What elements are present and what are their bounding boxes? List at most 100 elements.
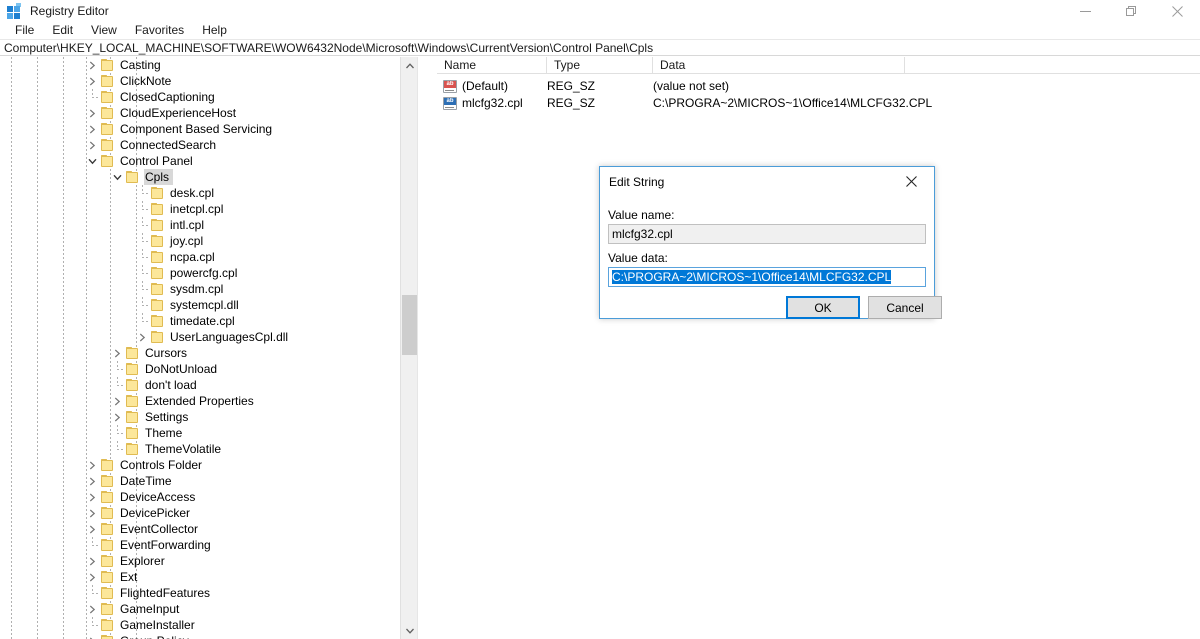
chevron-right-icon[interactable] bbox=[84, 505, 100, 521]
tree-node[interactable]: Group Policy bbox=[0, 633, 417, 639]
tree-node-label: Casting bbox=[120, 58, 161, 72]
chevron-right-icon[interactable] bbox=[84, 121, 100, 137]
chevron-right-icon[interactable] bbox=[109, 393, 125, 409]
value-data-input[interactable]: C:\PROGRA~2\MICROS~1\Office14\MLCFG32.CP… bbox=[608, 267, 926, 287]
tree-node[interactable]: Cpls bbox=[0, 169, 417, 185]
tree-node[interactable]: EventForwarding bbox=[0, 537, 417, 553]
table-row[interactable]: ab (Default) REG_SZ (value not set) bbox=[437, 78, 1200, 94]
folder-icon bbox=[150, 298, 164, 312]
tree-node[interactable]: FlightedFeatures bbox=[0, 585, 417, 601]
tree-node[interactable]: Ext bbox=[0, 569, 417, 585]
chevron-right-icon[interactable] bbox=[84, 601, 100, 617]
tree-node[interactable]: don't load bbox=[0, 377, 417, 393]
folder-icon bbox=[100, 618, 114, 632]
chevron-right-icon[interactable] bbox=[84, 457, 100, 473]
chevron-right-icon[interactable] bbox=[109, 409, 125, 425]
dialog-title: Edit String bbox=[609, 175, 665, 189]
chevron-right-icon[interactable] bbox=[84, 105, 100, 121]
tree-node[interactable]: DoNotUnload bbox=[0, 361, 417, 377]
dialog-close-icon[interactable] bbox=[889, 167, 934, 196]
column-header-type[interactable]: Type bbox=[547, 57, 653, 74]
tree-node-label: UserLanguagesCpl.dll bbox=[170, 330, 289, 344]
tree-scrollbar[interactable] bbox=[400, 57, 417, 639]
tree-node[interactable]: ncpa.cpl bbox=[0, 249, 417, 265]
tree-node-label: joy.cpl bbox=[170, 234, 204, 248]
chevron-down-icon[interactable] bbox=[84, 153, 100, 169]
folder-icon bbox=[100, 602, 114, 616]
tree-node[interactable]: Controls Folder bbox=[0, 457, 417, 473]
tree-node[interactable]: Theme bbox=[0, 425, 417, 441]
menu-item-favorites[interactable]: Favorites bbox=[126, 22, 193, 39]
chevron-right-icon[interactable] bbox=[84, 521, 100, 537]
tree-node[interactable]: Extended Properties bbox=[0, 393, 417, 409]
chevron-right-icon[interactable] bbox=[84, 473, 100, 489]
column-header-name[interactable]: Name bbox=[437, 57, 547, 74]
tree-node[interactable]: DateTime bbox=[0, 473, 417, 489]
folder-icon bbox=[100, 634, 114, 639]
value-name-input[interactable]: mlcfg32.cpl bbox=[608, 224, 926, 244]
tree-node[interactable]: Explorer bbox=[0, 553, 417, 569]
tree-node[interactable]: ClosedCaptioning bbox=[0, 89, 417, 105]
tree-node[interactable]: CloudExperienceHost bbox=[0, 105, 417, 121]
column-header-data[interactable]: Data bbox=[653, 57, 905, 74]
tree-elbow-connector bbox=[84, 617, 100, 633]
tree-node[interactable]: sysdm.cpl bbox=[0, 281, 417, 297]
tree-node[interactable]: Settings bbox=[0, 409, 417, 425]
tree-node[interactable]: systemcpl.dll bbox=[0, 297, 417, 313]
tree-node[interactable]: inetcpl.cpl bbox=[0, 201, 417, 217]
tree-node[interactable]: Control Panel bbox=[0, 153, 417, 169]
tree-node[interactable]: DevicePicker bbox=[0, 505, 417, 521]
tree-node[interactable]: ThemeVolatile bbox=[0, 441, 417, 457]
chevron-right-icon[interactable] bbox=[84, 569, 100, 585]
tree-node[interactable]: GameInput bbox=[0, 601, 417, 617]
tree-node[interactable]: ClickNote bbox=[0, 73, 417, 89]
scroll-down-icon[interactable] bbox=[401, 622, 417, 639]
chevron-right-icon[interactable] bbox=[84, 553, 100, 569]
cancel-button[interactable]: Cancel bbox=[868, 296, 942, 319]
tree-elbow-connector bbox=[134, 201, 150, 217]
chevron-right-icon[interactable] bbox=[84, 73, 100, 89]
chevron-right-icon[interactable] bbox=[84, 137, 100, 153]
menu-item-help[interactable]: Help bbox=[193, 22, 236, 39]
tree-node[interactable]: Cursors bbox=[0, 345, 417, 361]
address-bar[interactable]: Computer\HKEY_LOCAL_MACHINE\SOFTWARE\WOW… bbox=[0, 39, 1200, 56]
tree-node-list: Casting ClickNote ClosedCaptioning CloudExp… bbox=[0, 57, 417, 639]
folder-icon bbox=[125, 410, 139, 424]
table-row[interactable]: ab mlcfg32.cpl REG_SZ C:\PROGRA~2\MICROS~1\… bbox=[437, 95, 1200, 111]
tree-node-label: FlightedFeatures bbox=[120, 586, 211, 600]
tree-node[interactable]: intl.cpl bbox=[0, 217, 417, 233]
tree-node[interactable]: joy.cpl bbox=[0, 233, 417, 249]
tree-node[interactable]: desk.cpl bbox=[0, 185, 417, 201]
list-column-headers: Name Type Data bbox=[437, 57, 1200, 74]
menu-item-file[interactable]: File bbox=[6, 22, 43, 39]
tree-node[interactable]: Component Based Servicing bbox=[0, 121, 417, 137]
chevron-right-icon[interactable] bbox=[84, 633, 100, 639]
close-icon[interactable] bbox=[1154, 0, 1200, 22]
scroll-up-icon[interactable] bbox=[401, 57, 417, 74]
tree-node[interactable]: UserLanguagesCpl.dll bbox=[0, 329, 417, 345]
folder-icon bbox=[125, 394, 139, 408]
pane-splitter[interactable] bbox=[417, 57, 420, 639]
menu-item-view[interactable]: View bbox=[82, 22, 126, 39]
folder-icon bbox=[150, 330, 164, 344]
tree-node[interactable]: DeviceAccess bbox=[0, 489, 417, 505]
minimize-icon[interactable] bbox=[1062, 0, 1108, 22]
chevron-right-icon[interactable] bbox=[109, 345, 125, 361]
tree-node[interactable]: EventCollector bbox=[0, 521, 417, 537]
tree-node[interactable]: timedate.cpl bbox=[0, 313, 417, 329]
restore-icon[interactable] bbox=[1108, 0, 1154, 22]
tree-node[interactable]: GameInstaller bbox=[0, 617, 417, 633]
chevron-right-icon[interactable] bbox=[134, 329, 150, 345]
ok-button[interactable]: OK bbox=[786, 296, 860, 319]
tree-node[interactable]: ConnectedSearch bbox=[0, 137, 417, 153]
string-value-icon-blue: ab bbox=[443, 96, 457, 110]
tree-scrollbar-thumb[interactable] bbox=[402, 295, 417, 355]
chevron-right-icon[interactable] bbox=[84, 57, 100, 73]
tree-node-label: systemcpl.dll bbox=[170, 298, 239, 312]
menu-item-edit[interactable]: Edit bbox=[43, 22, 82, 39]
chevron-right-icon[interactable] bbox=[84, 489, 100, 505]
tree-node[interactable]: powercfg.cpl bbox=[0, 265, 417, 281]
tree-node[interactable]: Casting bbox=[0, 57, 417, 73]
registry-editor-window: Registry Editor File Edit View Favorites Hel… bbox=[0, 0, 1200, 639]
chevron-down-icon[interactable] bbox=[109, 169, 125, 185]
